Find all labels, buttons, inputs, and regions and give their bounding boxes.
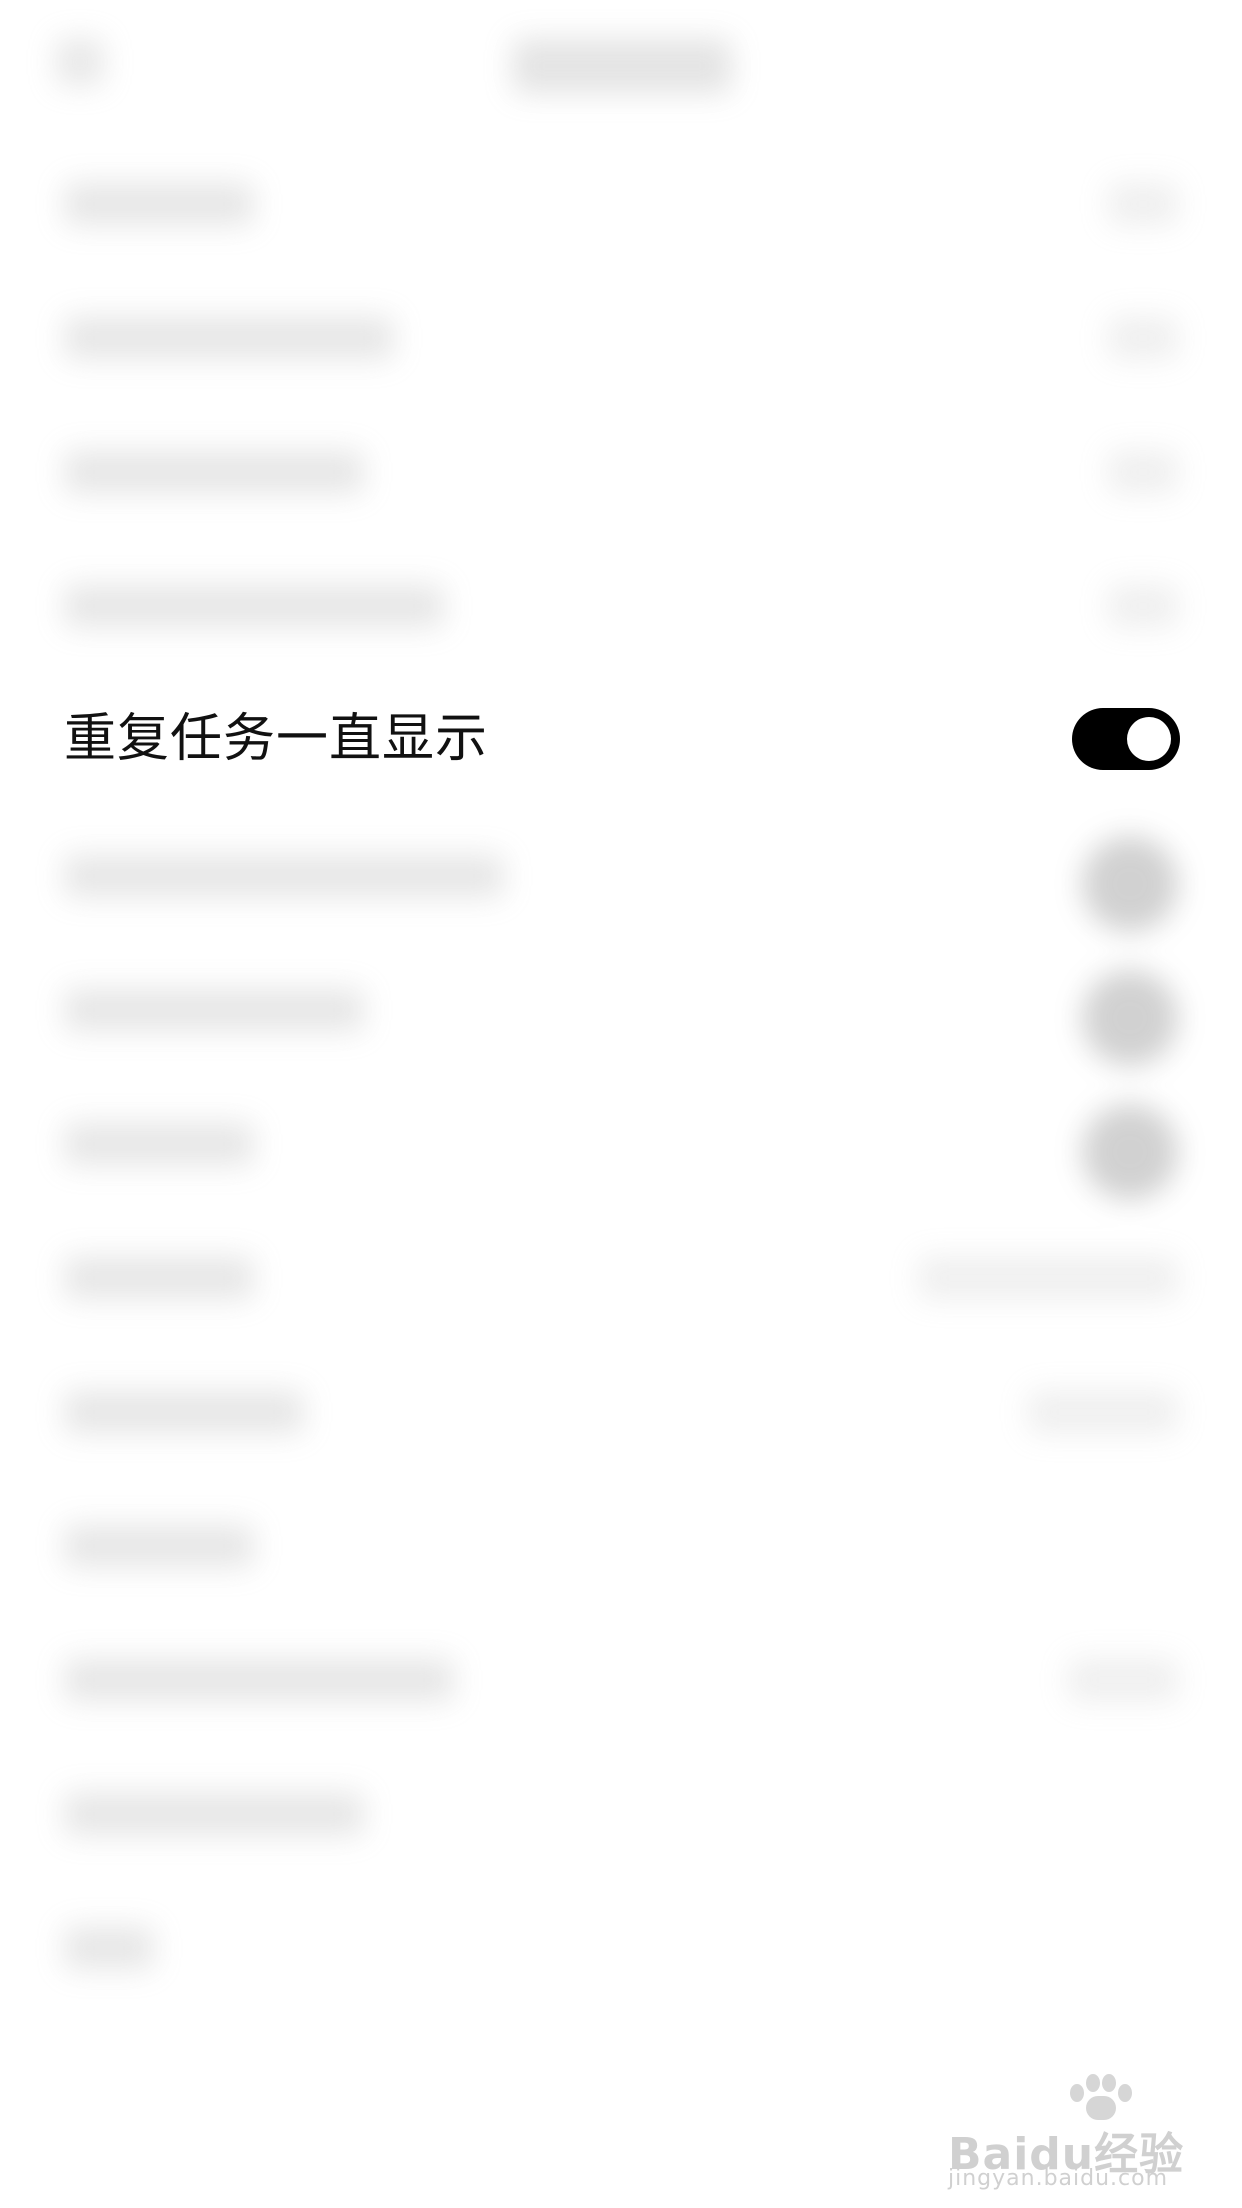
row-value-blurred: [1028, 1390, 1178, 1434]
row-label-blurred: [64, 1256, 254, 1300]
row-value-blurred: [1108, 316, 1178, 360]
baidu-jingyan-watermark: Baidu经验 jingyan.baidu.com: [940, 2070, 1240, 2191]
row-toggle-blurred[interactable]: [1082, 1104, 1178, 1200]
setting-label: 重复任务一直显示: [64, 709, 489, 769]
back-arrow-icon[interactable]: [56, 38, 104, 86]
settings-row-blurred[interactable]: [0, 134, 1242, 268]
row-value-blurred: [1108, 182, 1178, 226]
row-label-blurred: [64, 1658, 454, 1702]
row-label-blurred: [64, 1792, 364, 1836]
row-toggle-blurred[interactable]: [1082, 836, 1178, 932]
row-label-blurred: [64, 316, 394, 360]
row-label-blurred: [64, 584, 444, 628]
settings-row-blurred[interactable]: [0, 1208, 1242, 1342]
settings-row-blurred[interactable]: [0, 1878, 1242, 2012]
row-value-blurred: [1068, 1658, 1178, 1702]
row-label-blurred: [64, 988, 364, 1032]
row-value-blurred: [918, 1256, 1178, 1300]
row-value-blurred: [1108, 450, 1178, 494]
settings-page: { "settings": { "focused_item": { "label…: [0, 0, 1242, 2208]
row-label-blurred: [64, 854, 504, 898]
settings-row-blurred[interactable]: [0, 806, 1242, 940]
settings-row-blurred[interactable]: [0, 536, 1242, 670]
row-value-blurred: [1108, 584, 1178, 628]
settings-row-blurred[interactable]: [0, 940, 1242, 1074]
row-toggle-blurred[interactable]: [1082, 970, 1178, 1066]
row-label-blurred: [64, 1122, 254, 1166]
settings-row-blurred[interactable]: [0, 268, 1242, 402]
settings-row-blurred[interactable]: [0, 1342, 1242, 1476]
top-bar: [0, 0, 1242, 140]
row-label-blurred: [64, 1524, 254, 1568]
row-label-blurred: [64, 182, 254, 226]
row-label-blurred: [64, 450, 364, 494]
setting-row-repeat-task-always-show[interactable]: 重复任务一直显示: [0, 672, 1242, 806]
page-title-blurred: [512, 38, 732, 94]
repeat-task-always-show-toggle[interactable]: [1072, 708, 1180, 770]
row-label-blurred: [64, 1926, 154, 1970]
settings-row-blurred[interactable]: [0, 1610, 1242, 1744]
settings-row-blurred[interactable]: [0, 1476, 1242, 1610]
toggle-knob: [1127, 717, 1171, 761]
blurred-background-ui: [0, 0, 1242, 2208]
settings-row-blurred[interactable]: [0, 402, 1242, 536]
watermark-url: jingyan.baidu.com: [948, 2166, 1169, 2191]
settings-row-blurred[interactable]: [0, 1744, 1242, 1878]
settings-row-blurred[interactable]: [0, 1074, 1242, 1208]
row-label-blurred: [64, 1390, 304, 1434]
